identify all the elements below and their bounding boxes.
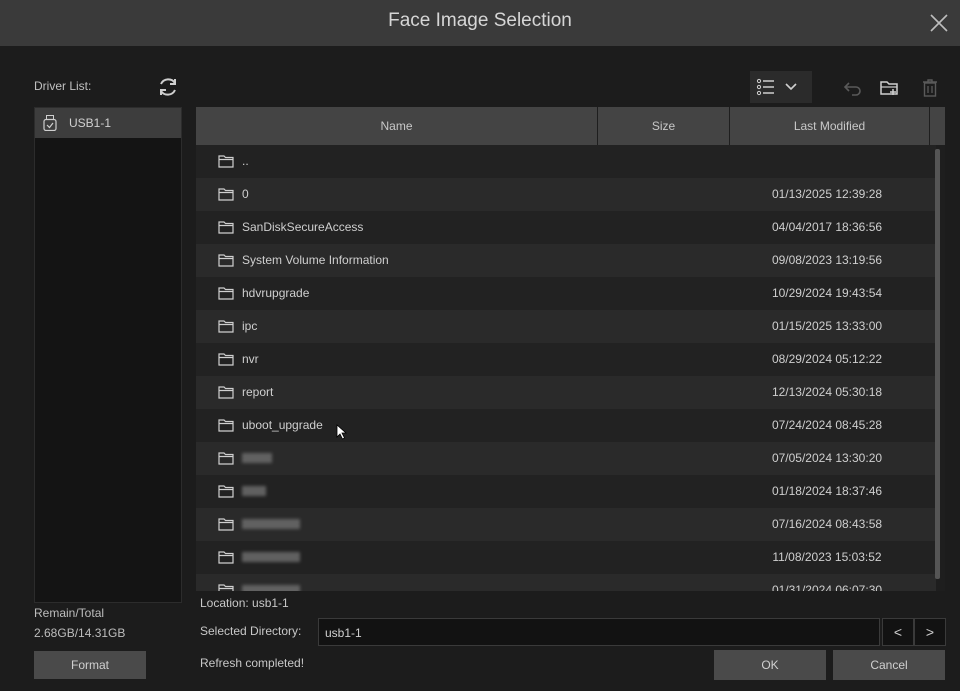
folder-icon (218, 221, 234, 234)
folder-icon (218, 155, 234, 168)
back-arrow-icon[interactable] (843, 78, 863, 98)
table-row[interactable]: System Volume Information 09/08/2023 13:1… (196, 244, 936, 277)
row-last-modified: 04/04/2017 18:36:56 (771, 220, 883, 234)
row-name: report (242, 385, 274, 399)
prev-button[interactable]: < (882, 618, 914, 646)
table-row[interactable]: 01/31/2024 06:07:30 (196, 574, 936, 591)
redacted-name (242, 585, 300, 591)
title-bar: Face Image Selection (0, 0, 960, 46)
folder-icon (218, 518, 234, 531)
row-last-modified: 07/16/2024 08:43:58 (771, 517, 883, 531)
row-last-modified: 12/13/2024 05:30:18 (771, 385, 883, 399)
remain-total-label: Remain/Total (34, 606, 105, 620)
folder-icon (218, 320, 234, 333)
table-body: .. 0 01/13/2025 12:39:28 SanDiskSecureAcces… (196, 145, 936, 591)
selected-directory-label: Selected Directory: (200, 624, 302, 638)
row-last-modified: 07/24/2024 08:45:28 (771, 418, 883, 432)
table-row[interactable]: 07/16/2024 08:43:58 (196, 508, 936, 541)
list-view-icon (756, 78, 774, 96)
driver-item-label: USB1-1 (69, 116, 112, 130)
column-last-modified[interactable]: Last Modified (730, 107, 930, 145)
location-label: Location: usb1-1 (200, 596, 289, 610)
row-name: 0 (242, 187, 249, 201)
row-name: SanDiskSecureAccess (242, 220, 364, 234)
refresh-icon (160, 78, 176, 96)
folder-icon (218, 584, 234, 591)
mouse-cursor-icon (336, 424, 348, 440)
row-last-modified: 11/08/2023 15:03:52 (772, 550, 882, 564)
table-row[interactable]: 11/08/2023 15:03:52 (196, 541, 936, 574)
table-row[interactable]: .. (196, 145, 936, 178)
file-table: Name Size Last Modified .. 0 01/13/2025 12… (196, 107, 945, 591)
selected-directory-field[interactable]: usb1-1 (318, 618, 880, 646)
row-last-modified: 10/29/2024 19:43:54 (771, 286, 883, 300)
scrollbar[interactable] (935, 149, 940, 579)
driver-list-label: Driver List: (34, 79, 92, 93)
dialog-title: Face Image Selection (388, 10, 572, 31)
format-button[interactable]: Format (34, 651, 146, 679)
close-icon (930, 14, 948, 32)
driver-item-usb1-1[interactable]: USB1-1 (35, 108, 181, 138)
row-last-modified: 08/29/2024 05:12:22 (771, 352, 883, 366)
table-row[interactable]: 01/18/2024 18:37:46 (196, 475, 936, 508)
folder-icon (218, 254, 234, 267)
chevron-down-icon (785, 83, 797, 91)
table-header: Name Size Last Modified (196, 107, 945, 145)
table-row[interactable]: uboot_upgrade 07/24/2024 08:45:28 (196, 409, 936, 442)
folder-icon (218, 485, 234, 498)
row-last-modified: 01/15/2025 13:33:00 (771, 319, 883, 333)
folder-icon (218, 353, 234, 366)
row-name: hdvrupgrade (242, 286, 310, 300)
table-row[interactable]: nvr 08/29/2024 05:12:22 (196, 343, 936, 376)
folder-icon (218, 452, 234, 465)
folder-icon (218, 287, 234, 300)
new-folder-icon[interactable] (879, 78, 899, 98)
table-row[interactable]: report 12/13/2024 05:30:18 (196, 376, 936, 409)
redacted-name (242, 453, 272, 463)
column-size[interactable]: Size (598, 107, 730, 145)
remain-total-value: 2.68GB/14.31GB (34, 626, 126, 640)
folder-icon (218, 188, 234, 201)
row-last-modified: 07/05/2024 13:30:20 (771, 451, 883, 465)
next-button[interactable]: > (914, 618, 946, 646)
face-image-selection-dialog: Face Image Selection Driver List: USB1-1… (0, 0, 960, 691)
column-name[interactable]: Name (196, 107, 598, 145)
folder-icon (218, 419, 234, 432)
redacted-name (242, 486, 266, 496)
table-row[interactable]: 07/05/2024 13:30:20 (196, 442, 936, 475)
row-name: uboot_upgrade (242, 418, 323, 432)
close-button[interactable] (924, 8, 954, 38)
row-name: System Volume Information (242, 253, 389, 267)
ok-button[interactable]: OK (714, 650, 826, 680)
status-message: Refresh completed! (200, 656, 305, 670)
row-name: ipc (242, 319, 258, 333)
table-row[interactable]: SanDiskSecureAccess 04/04/2017 18:36:56 (196, 211, 936, 244)
row-last-modified: 01/31/2024 06:07:30 (771, 583, 883, 591)
row-last-modified: 09/08/2023 13:19:56 (771, 253, 883, 267)
trash-icon[interactable] (920, 78, 940, 98)
folder-icon (218, 386, 234, 399)
folder-icon (218, 551, 234, 564)
redacted-name (242, 552, 300, 562)
row-last-modified: 01/18/2024 18:37:46 (771, 484, 883, 498)
row-last-modified: 01/13/2025 12:39:28 (771, 187, 883, 201)
view-mode-dropdown[interactable] (750, 71, 812, 103)
cancel-button[interactable]: Cancel (833, 650, 945, 680)
row-name: .. (242, 154, 249, 168)
table-row[interactable]: ipc 01/15/2025 13:33:00 (196, 310, 936, 343)
row-name: nvr (242, 352, 259, 366)
usb-drive-icon (43, 115, 57, 131)
redacted-name (242, 519, 300, 529)
refresh-button[interactable] (156, 75, 180, 99)
driver-list: USB1-1 (34, 107, 182, 603)
table-row[interactable]: 0 01/13/2025 12:39:28 (196, 178, 936, 211)
table-row[interactable]: hdvrupgrade 10/29/2024 19:43:54 (196, 277, 936, 310)
